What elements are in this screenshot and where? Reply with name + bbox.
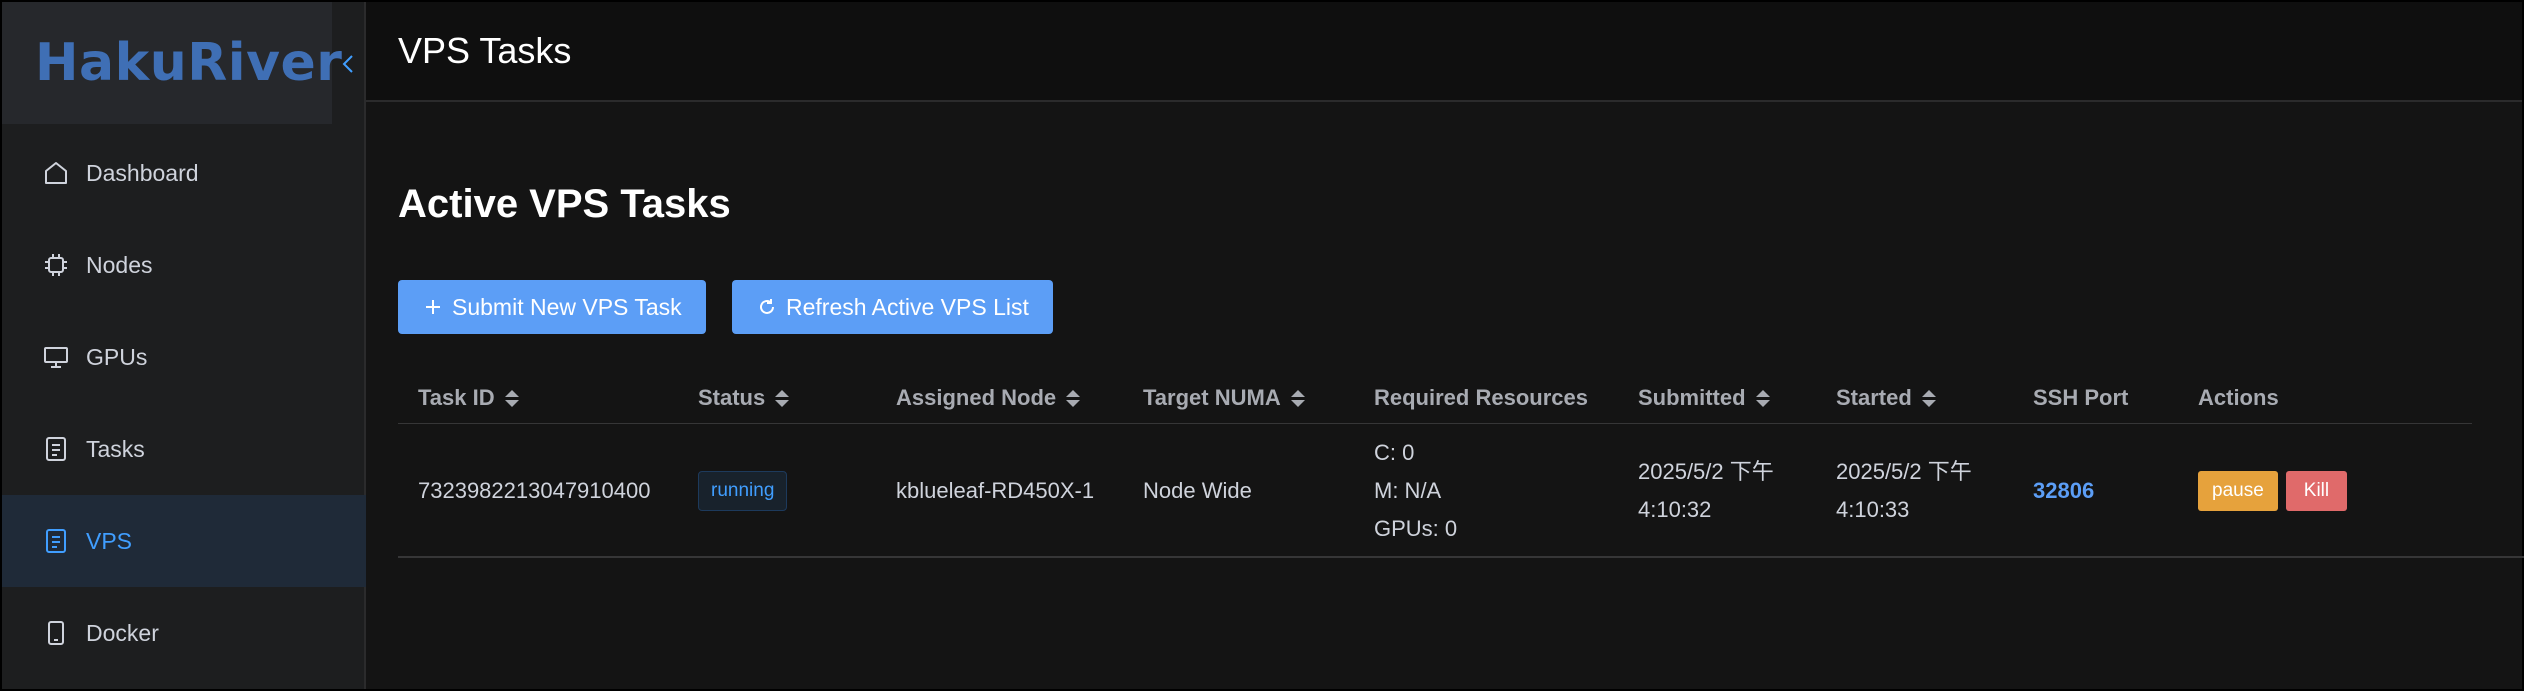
column-header-started[interactable]: Started: [1836, 372, 1936, 424]
sidebar-item-label: GPUs: [86, 343, 148, 370]
home-icon: [42, 159, 70, 187]
actions-cell: pause Kill: [2198, 424, 2348, 558]
refresh-icon: [758, 298, 776, 316]
refresh-vps-list-button[interactable]: Refresh Active VPS List: [732, 280, 1053, 334]
sidebar-item-label: Dashboard: [86, 159, 199, 186]
started-date: 2025/5/2 下午: [1836, 459, 1972, 484]
column-label: SSH Port: [2033, 385, 2129, 410]
sidebar-item-docker[interactable]: Docker: [2, 587, 366, 679]
sidebar-item-label: Docker: [86, 619, 159, 646]
column-header-status[interactable]: Status: [698, 372, 790, 424]
column-label: Actions: [2198, 385, 2279, 410]
tablet-icon: [42, 619, 70, 647]
ssh-port-cell: 32806: [2033, 424, 2094, 558]
submit-vps-task-label: Submit New VPS Task: [452, 293, 682, 320]
sort-icon[interactable]: [1755, 389, 1770, 407]
resource-memory: M: N/A: [1374, 478, 1442, 503]
status-cell: running: [698, 424, 788, 558]
column-header-submitted[interactable]: Submitted: [1638, 372, 1770, 424]
table-row: 7323982213047910400 running kblueleaf-RD…: [398, 424, 2524, 558]
vps-task-table: Task ID Status Assigned Node Target NUMA: [398, 372, 2524, 558]
column-label: Assigned Node: [896, 385, 1057, 410]
column-label: Status: [698, 385, 766, 410]
sort-icon[interactable]: [504, 389, 519, 407]
main-area: VPS Tasks Active VPS Tasks Submit New VP…: [366, 2, 2524, 689]
logo-area: HakuRiver: [2, 2, 342, 124]
resource-gpus: GPUs: 0: [1374, 516, 1458, 541]
column-label: Started: [1836, 385, 1912, 410]
monitor-icon: [42, 343, 70, 371]
required-resources-cell: C: 0 M: N/A GPUs: 0: [1374, 424, 1457, 558]
column-header-target-numa[interactable]: Target NUMA: [1143, 372, 1305, 424]
page-title: VPS Tasks: [398, 30, 572, 71]
section-title: Active VPS Tasks: [398, 182, 731, 226]
task-id-cell: 7323982213047910400: [418, 478, 651, 503]
sidebar-item-label: VPS: [86, 527, 133, 554]
document-icon: [42, 527, 70, 555]
sort-icon[interactable]: [1066, 389, 1081, 407]
pause-button[interactable]: pause: [2198, 471, 2278, 511]
column-label: Submitted: [1638, 385, 1746, 410]
chevron-left-icon: [342, 55, 353, 73]
sidebar-item-tasks[interactable]: Tasks: [2, 403, 366, 495]
resource-cpu: C: 0: [1374, 440, 1415, 465]
collapse-sidebar-button[interactable]: [333, 44, 363, 84]
assigned-node-cell: kblueleaf-RD450X-1: [896, 478, 1095, 503]
sidebar: HakuRiver Dashboard Nodes GPUs Tasks VPS…: [2, 2, 366, 689]
column-header-ssh-port: SSH Port: [2033, 372, 2128, 424]
submitted-date: 2025/5/2 下午: [1638, 459, 1774, 484]
sidebar-item-label: Nodes: [86, 251, 153, 278]
kill-button[interactable]: Kill: [2285, 471, 2348, 511]
refresh-vps-list-label: Refresh Active VPS List: [786, 293, 1029, 320]
status-badge: running: [698, 471, 788, 511]
sidebar-item-dashboard[interactable]: Dashboard: [2, 127, 366, 219]
column-header-required-resources: Required Resources: [1374, 372, 1588, 424]
started-time: 4:10:33: [1836, 497, 1910, 522]
plus-icon: [424, 298, 442, 316]
submitted-time: 4:10:32: [1638, 497, 1712, 522]
sort-icon[interactable]: [775, 389, 790, 407]
sort-icon[interactable]: [1921, 389, 1936, 407]
chip-icon: [42, 251, 70, 279]
submit-vps-task-button[interactable]: Submit New VPS Task: [398, 280, 706, 334]
sidebar-item-gpus[interactable]: GPUs: [2, 311, 366, 403]
sort-icon[interactable]: [1290, 389, 1305, 407]
column-header-task-id[interactable]: Task ID: [418, 372, 519, 424]
document-icon: [42, 435, 70, 463]
submitted-cell: 2025/5/2 下午 4:10:32: [1638, 424, 1774, 558]
table-header: Task ID Status Assigned Node Target NUMA: [398, 372, 2472, 424]
sidebar-menu: Dashboard Nodes GPUs Tasks VPS Docker: [2, 127, 366, 679]
column-label: Task ID: [418, 385, 495, 410]
sidebar-item-nodes[interactable]: Nodes: [2, 219, 366, 311]
ssh-port-link[interactable]: 32806: [2033, 478, 2094, 504]
column-label: Required Resources: [1374, 385, 1588, 410]
top-bar: VPS Tasks: [366, 2, 2522, 102]
sidebar-item-vps[interactable]: VPS: [2, 495, 366, 587]
sidebar-item-label: Tasks: [86, 435, 145, 462]
app-window: HakuRiver Dashboard Nodes GPUs Tasks VPS…: [2, 2, 2524, 689]
column-header-assigned-node[interactable]: Assigned Node: [896, 372, 1081, 424]
target-numa-cell: Node Wide: [1143, 478, 1252, 503]
app-logo: HakuRiver: [35, 33, 343, 93]
column-label: Target NUMA: [1143, 385, 1281, 410]
started-cell: 2025/5/2 下午 4:10:33: [1836, 424, 1972, 558]
column-header-actions: Actions: [2198, 372, 2279, 424]
